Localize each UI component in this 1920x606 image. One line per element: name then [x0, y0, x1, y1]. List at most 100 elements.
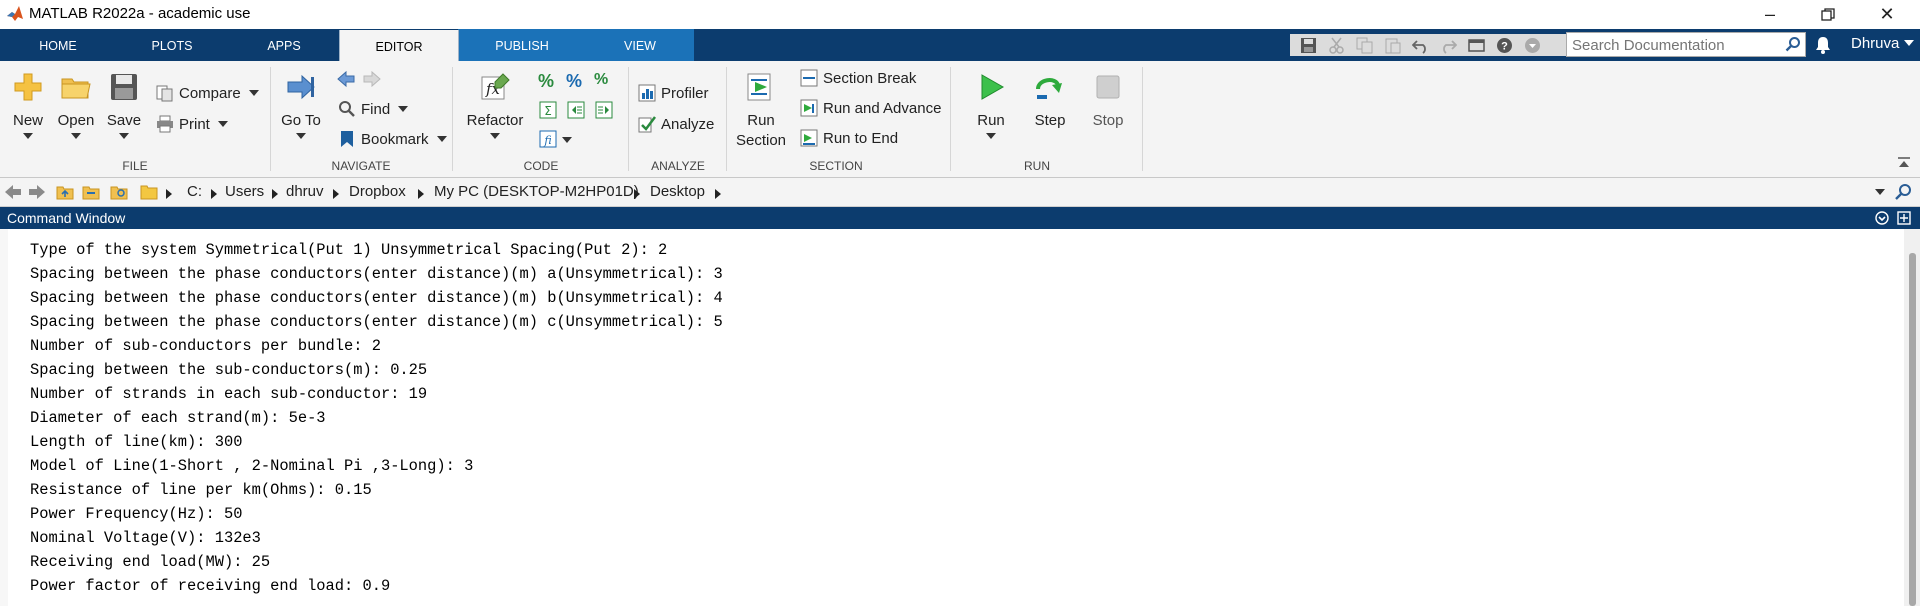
svg-text:fi: fi: [543, 134, 551, 147]
bookmark-button[interactable]: Bookmark: [338, 128, 447, 152]
breadcrumb-users[interactable]: Users: [225, 183, 264, 200]
analyze-button[interactable]: Analyze: [638, 113, 714, 137]
copy-icon[interactable]: [1356, 37, 1373, 54]
print-button[interactable]: Print: [156, 113, 228, 137]
comment-percent-icon[interactable]: %: [538, 71, 558, 91]
help-icon[interactable]: ?: [1496, 37, 1513, 54]
minimize-button[interactable]: ‒: [1747, 0, 1793, 29]
function-fi-icon[interactable]: fi: [538, 129, 558, 149]
goto-button[interactable]: Go To: [278, 71, 324, 139]
tab-apps[interactable]: APPS: [242, 29, 326, 61]
undo-icon[interactable]: [1412, 37, 1429, 54]
chevron-down-icon: [1904, 40, 1915, 46]
chevron-down-icon[interactable]: [562, 137, 572, 143]
breadcrumb-separator: [272, 189, 278, 199]
section-break-button[interactable]: Section Break: [800, 67, 916, 91]
search-folder-icon[interactable]: [110, 183, 128, 201]
output-line: Spacing between the phase conductors(ent…: [30, 313, 723, 331]
smart-indent-icon[interactable]: Σ: [538, 100, 558, 120]
run-and-advance-button[interactable]: Run and Advance: [800, 97, 941, 121]
collapse-ribbon-icon[interactable]: [1897, 156, 1911, 170]
refactor-fx-icon: fx: [481, 73, 510, 100]
breadcrumb-separator: [333, 189, 339, 199]
search-icon[interactable]: [1785, 36, 1801, 52]
output-line: Receiving end load(MW): 25: [30, 553, 271, 571]
group-separator: [726, 67, 727, 171]
group-label-section: SECTION: [809, 159, 863, 173]
redo-icon[interactable]: [1440, 37, 1457, 54]
toolstrip-tabs: HOME PLOTS APPS EDITOR PUBLISH VIEW ? Dh…: [0, 29, 1920, 62]
browse-folder-icon[interactable]: [82, 183, 100, 201]
user-menu[interactable]: Dhruva: [1851, 35, 1915, 52]
search-input[interactable]: [1570, 35, 1779, 56]
goto-arrow-icon: [287, 74, 315, 100]
output-line: Power factor of receiving end load: 0.9: [30, 577, 391, 595]
up-folder-icon[interactable]: [56, 183, 74, 201]
group-separator: [452, 67, 453, 171]
chevron-down-icon: [71, 133, 81, 139]
cut-icon[interactable]: [1328, 37, 1345, 54]
compare-button[interactable]: Compare: [156, 82, 259, 106]
magnifier-icon: [339, 101, 355, 117]
stop-button[interactable]: Stop: [1080, 71, 1136, 131]
chevron-down-icon: [119, 133, 129, 139]
forward-arrow-icon[interactable]: [362, 69, 382, 89]
folder-history-dropdown-icon[interactable]: [1875, 189, 1885, 195]
breadcrumb-desktop[interactable]: Desktop: [650, 183, 705, 200]
increase-indent-icon[interactable]: [594, 100, 614, 120]
folder-icon: [140, 185, 158, 200]
tab-home[interactable]: HOME: [16, 29, 100, 61]
profiler-button[interactable]: Profiler: [638, 82, 709, 106]
window-title: MATLAB R2022a - academic use: [29, 5, 251, 22]
wrap-comments-icon[interactable]: %: [594, 71, 614, 91]
breadcrumb-c-drive[interactable]: C:: [187, 183, 202, 200]
run-to-end-button[interactable]: Run to End: [800, 127, 898, 151]
scrollbar-thumb[interactable]: [1909, 253, 1916, 606]
forward-icon[interactable]: [28, 183, 46, 201]
search-documentation[interactable]: [1566, 32, 1806, 57]
tab-view[interactable]: VIEW: [598, 29, 682, 61]
back-icon[interactable]: [4, 183, 22, 201]
close-button[interactable]: ✕: [1864, 0, 1910, 29]
restore-button[interactable]: [1805, 0, 1851, 29]
undock-icon[interactable]: [1897, 211, 1911, 225]
output-line: Number of strands in each sub-conductor:…: [30, 385, 428, 403]
find-button[interactable]: Find: [338, 98, 409, 122]
printer-icon: [157, 115, 173, 133]
back-arrow-icon[interactable]: [336, 69, 356, 89]
breadcrumb-separator: [715, 189, 721, 199]
step-button[interactable]: Step: [1024, 71, 1076, 131]
tab-editor[interactable]: EDITOR: [339, 30, 459, 62]
run-button[interactable]: Run: [966, 71, 1016, 139]
command-window[interactable]: Type of the system Symmetrical(Put 1) Un…: [0, 229, 1920, 606]
chevron-down-icon: [23, 133, 33, 139]
save-button[interactable]: Save: [104, 71, 144, 139]
uncomment-percent-icon[interactable]: %: [566, 71, 586, 91]
switch-windows-icon[interactable]: [1468, 37, 1485, 54]
run-section-button[interactable]: Run Section: [732, 71, 790, 151]
new-button[interactable]: New: [8, 71, 48, 139]
search-icon[interactable]: [1894, 183, 1912, 201]
paste-icon[interactable]: [1384, 37, 1401, 54]
notifications-bell-icon[interactable]: [1814, 35, 1832, 55]
refactor-button[interactable]: fx Refactor: [462, 71, 528, 139]
quick-access-menu-icon[interactable]: [1524, 37, 1541, 54]
breadcrumb-separator: [211, 189, 217, 199]
chevron-down-icon: [296, 133, 306, 139]
group-label-file: FILE: [122, 159, 148, 173]
panel-actions-icon[interactable]: [1875, 211, 1889, 225]
output-line: Model of Line(1-Short , 2-Nominal Pi ,3-…: [30, 457, 474, 475]
step-icon: [1036, 78, 1062, 99]
breadcrumb-separator: [166, 189, 172, 199]
analyze-check-icon: [638, 116, 656, 133]
tab-plots[interactable]: PLOTS: [130, 29, 214, 61]
save-icon[interactable]: [1300, 37, 1317, 54]
breadcrumb-my-pc[interactable]: My PC (DESKTOP-M2HP01D): [434, 183, 639, 200]
breadcrumb-dropbox[interactable]: Dropbox: [349, 183, 406, 200]
decrease-indent-icon[interactable]: [566, 100, 586, 120]
tab-publish[interactable]: PUBLISH: [480, 29, 564, 61]
open-button[interactable]: Open: [56, 71, 96, 139]
group-separator: [950, 67, 951, 171]
breadcrumb-dhruv[interactable]: dhruv: [286, 183, 324, 200]
group-separator: [1142, 67, 1143, 171]
